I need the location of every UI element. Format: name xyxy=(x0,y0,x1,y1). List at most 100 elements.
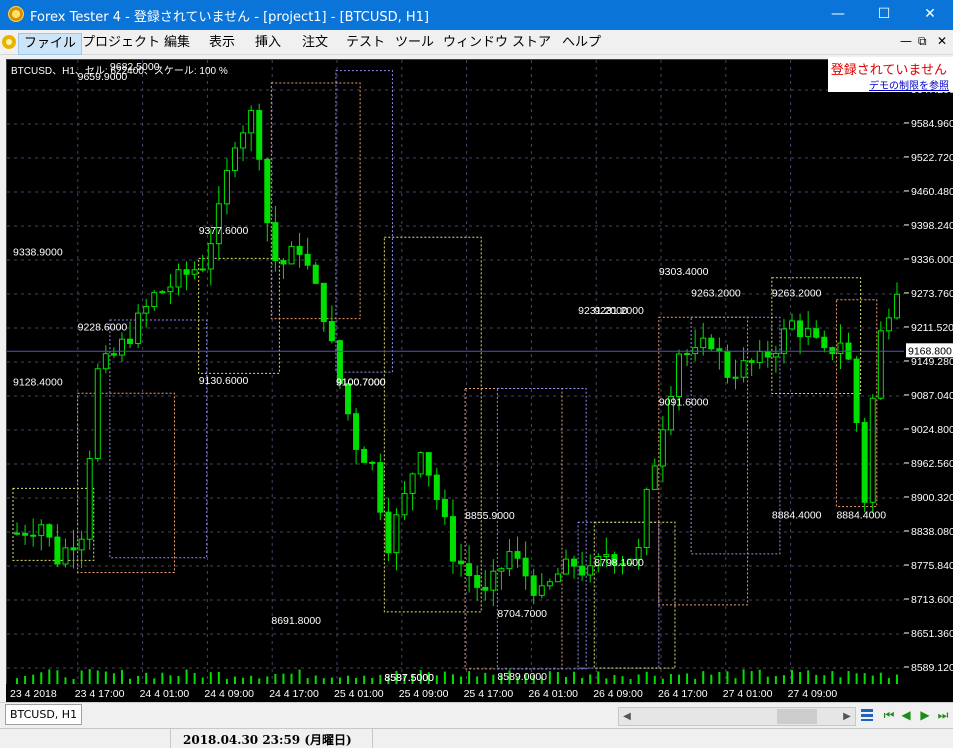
price-axis[interactable]: 9647.2009584.9609522.7209460.4809398.240… xyxy=(904,59,953,684)
price-annotation: 9303.4000 xyxy=(659,266,709,278)
trade-zone xyxy=(496,388,587,670)
candle-body xyxy=(837,342,844,355)
candle-body xyxy=(417,452,424,475)
candle-body xyxy=(14,532,21,535)
time-label: 27 4 01:00 xyxy=(723,688,773,700)
price-label: 9211.520 xyxy=(911,322,953,334)
close-button[interactable]: ✕ xyxy=(907,0,953,30)
candle-body xyxy=(54,536,61,565)
status-datetime: 2018.04.30 23:59 (月曜日) xyxy=(183,733,352,747)
candle-body xyxy=(764,350,771,358)
menu-edit[interactable]: 編集 xyxy=(159,33,195,53)
scroll-thumb[interactable] xyxy=(777,709,817,724)
trade-zone xyxy=(658,316,749,606)
candle-body xyxy=(215,203,222,245)
chart-area[interactable]: 9128.4000 9338.9000 9228.6000 9659.9000 9682… xyxy=(6,59,906,686)
time-label: 23 4 17:00 xyxy=(75,688,125,700)
candle-body xyxy=(207,243,214,270)
price-label: 8651.360 xyxy=(911,628,953,640)
chart-list-icon[interactable] xyxy=(859,707,875,723)
candle-body xyxy=(377,462,384,513)
scroll-left-icon[interactable]: ◀ xyxy=(619,708,635,725)
candle-body xyxy=(433,474,440,500)
candle-body xyxy=(813,328,820,338)
candle-body xyxy=(587,565,594,576)
candle-body xyxy=(684,353,691,356)
status-bar: 2018.04.30 23:59 (月曜日) xyxy=(0,728,953,748)
last-bar-icon[interactable]: ⏭ xyxy=(936,707,950,723)
candle-body xyxy=(353,413,360,450)
candle-body xyxy=(135,312,142,344)
menu-file[interactable]: ファイル xyxy=(18,33,83,55)
time-axis[interactable]: 23 4 2018 23 4 17:00 24 4 01:00 24 4 09:00 2… xyxy=(6,684,953,702)
price-annotation: 8884.4000 xyxy=(772,510,822,522)
chart-info-label: BTCUSD、H1、セル: 622400、スケール: 100 % xyxy=(11,65,228,77)
menu-view[interactable]: 表示 xyxy=(204,33,240,53)
maximize-button[interactable]: ☐ xyxy=(861,0,907,30)
demo-limits-link[interactable]: デモの制限を参照 xyxy=(869,77,949,92)
candle-body xyxy=(361,448,368,463)
candle-body xyxy=(546,581,553,587)
candle-body xyxy=(885,317,892,332)
candle-body xyxy=(571,558,578,567)
prev-bar-icon[interactable]: ◀ xyxy=(899,707,913,723)
horizontal-scrollbar[interactable]: ◀ ▶ xyxy=(618,707,856,726)
candle-body xyxy=(474,575,481,588)
candle-body xyxy=(676,353,682,397)
candle-body xyxy=(514,551,521,559)
candle-body xyxy=(643,488,650,549)
candle-body xyxy=(118,338,125,356)
mdi-restore-button[interactable]: ⧉ xyxy=(918,34,927,49)
candle-body xyxy=(304,253,311,266)
candle-body xyxy=(151,292,158,308)
first-bar-icon[interactable]: ⏮ xyxy=(882,707,896,723)
candle-body xyxy=(409,473,416,494)
candle-body xyxy=(490,570,497,591)
price-label: 9087.040 xyxy=(911,390,953,402)
candle-body xyxy=(143,306,150,314)
candle-body xyxy=(62,547,69,565)
candle-body xyxy=(441,498,448,518)
candle-body xyxy=(110,353,117,356)
chart-tab-btcusd[interactable]: BTCUSD, H1 xyxy=(5,704,83,725)
price-annotation: 8691.8000 xyxy=(271,615,321,627)
price-label: 8589.120 xyxy=(911,662,953,674)
price-label: 8962.560 xyxy=(911,458,953,470)
mdi-close-button[interactable]: ✕ xyxy=(937,34,947,48)
next-bar-icon[interactable]: ▶ xyxy=(918,707,932,723)
price-annotation: 8884.4000 xyxy=(836,510,886,522)
candle-body xyxy=(328,321,335,342)
price-label: 8838.080 xyxy=(911,526,953,538)
menu-test[interactable]: テスト xyxy=(341,33,390,53)
time-label: 24 4 17:00 xyxy=(269,688,319,700)
candle-body xyxy=(797,320,804,338)
candle-body xyxy=(256,110,263,160)
time-label: 24 4 01:00 xyxy=(140,688,190,700)
candle-body xyxy=(789,320,796,330)
menu-insert[interactable]: 挿入 xyxy=(250,33,286,53)
menu-window[interactable]: ウィンドウ xyxy=(438,33,513,53)
candle-body xyxy=(700,337,707,349)
scroll-right-icon[interactable]: ▶ xyxy=(839,708,855,725)
price-chart[interactable]: 9128.40009338.90009228.60009659.90009682… xyxy=(7,60,905,685)
candle-body xyxy=(780,328,787,354)
price-annotation: 9228.6000 xyxy=(78,322,128,334)
menu-order[interactable]: 注文 xyxy=(297,33,333,53)
candle-body xyxy=(538,585,545,596)
minimize-button[interactable]: — xyxy=(815,0,861,30)
menu-store[interactable]: ストア xyxy=(507,33,556,53)
candle-body xyxy=(562,558,569,575)
menu-project[interactable]: プロジェクト xyxy=(77,33,165,53)
price-annotation: 8587.5000 xyxy=(384,672,434,684)
candle-body xyxy=(70,547,77,551)
price-label: 9024.800 xyxy=(911,424,953,436)
candle-body xyxy=(466,563,473,577)
price-label: 9522.720 xyxy=(911,152,953,164)
menu-help[interactable]: ヘルプ xyxy=(557,33,606,53)
menu-tools[interactable]: ツール xyxy=(390,33,439,53)
trade-zone xyxy=(464,388,563,670)
document-gear-icon[interactable] xyxy=(1,34,17,50)
mdi-minimize-button[interactable]: — xyxy=(900,34,912,48)
price-annotation: 9091.6000 xyxy=(659,396,709,408)
unregistered-label: 登録されていません xyxy=(830,63,947,78)
